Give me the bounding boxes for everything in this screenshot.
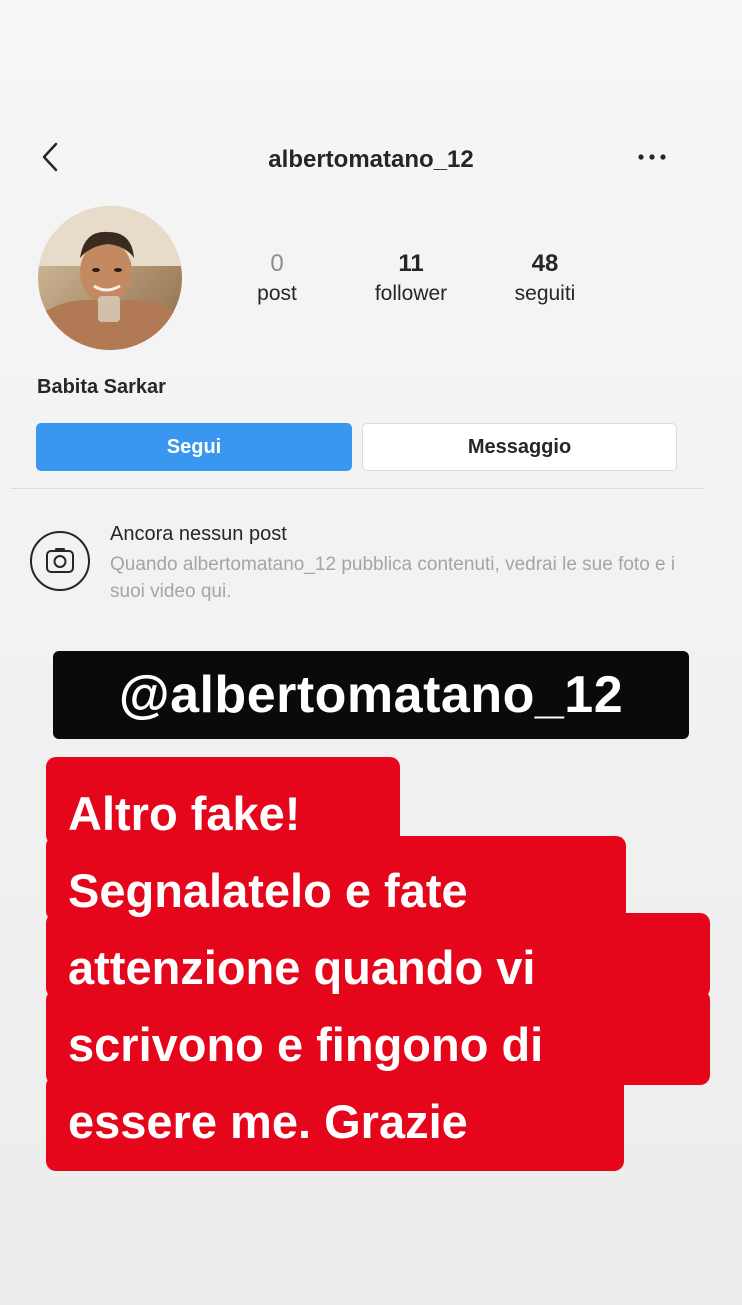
more-horizontal-icon[interactable] xyxy=(636,150,668,164)
posts-count: 0 post xyxy=(217,250,337,306)
warning-line: Altro fake! xyxy=(68,787,301,840)
followers-count[interactable]: 11 follower xyxy=(351,250,471,306)
display-name: Babita Sarkar xyxy=(37,376,166,398)
warning-line: Segnalatelo e fate xyxy=(68,864,468,917)
warning-line: attenzione quando vi xyxy=(68,941,536,994)
username-sticker: @albertomatano_12 xyxy=(53,651,689,739)
empty-state-title: Ancora nessun post xyxy=(110,523,287,545)
posts-count-value: 0 xyxy=(270,250,284,277)
following-count[interactable]: 48 seguiti xyxy=(485,250,605,306)
profile-username-title: albertomatano_12 xyxy=(268,146,474,173)
camera-icon xyxy=(29,530,91,592)
avatar[interactable] xyxy=(38,206,182,350)
instagram-profile-screen: albertomatano_12 0 post 11 follower 48 s… xyxy=(0,0,742,1305)
follow-button[interactable]: Segui xyxy=(36,423,352,471)
following-count-label: seguiti xyxy=(514,282,576,305)
following-count-value: 48 xyxy=(531,250,559,277)
followers-count-label: follower xyxy=(374,282,448,305)
warning-line: scrivono e fingono di xyxy=(68,1018,544,1071)
followers-count-value: 11 xyxy=(398,250,424,277)
warning-message: Altro fake! Segnalatelo e fate attenzion… xyxy=(68,775,708,1160)
divider xyxy=(10,488,705,489)
posts-count-label: post xyxy=(257,282,297,305)
message-button[interactable]: Messaggio xyxy=(362,423,677,471)
warning-line: essere me. Grazie xyxy=(68,1095,468,1148)
empty-state-text: Quando albertomatano_12 pubblica contenu… xyxy=(110,554,676,602)
